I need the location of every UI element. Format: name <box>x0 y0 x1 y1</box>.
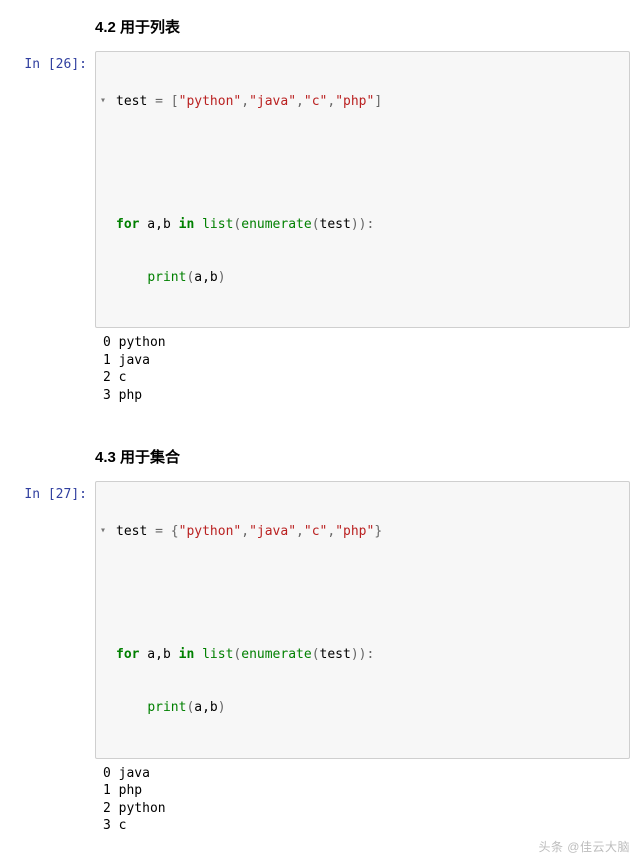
fold-toggle-icon[interactable]: ▾ <box>100 96 106 106</box>
input-prompt: In [27]: <box>0 481 95 502</box>
output-row: 0 java 1 php 2 python 3 c <box>0 759 640 841</box>
section-heading: 4.2 用于列表 <box>95 16 640 37</box>
code-line: print(a,b) <box>116 269 621 287</box>
code-input-area[interactable]: test = {"python","java","c","php"} ▾ for… <box>95 481 630 758</box>
code-line-blank <box>116 146 621 164</box>
code-line-blank <box>116 576 621 594</box>
prompt-empty <box>0 10 95 16</box>
code-line: for a,b in list(enumerate(test)): <box>116 646 621 664</box>
stdout-output: 0 java 1 php 2 python 3 c <box>95 759 640 841</box>
code-line: for a,b in list(enumerate(test)): <box>116 216 621 234</box>
output-row: 0 python 1 java 2 c 3 php <box>0 328 640 410</box>
fold-toggle-icon[interactable]: ▾ <box>100 526 106 536</box>
input-prompt: In [26]: <box>0 51 95 72</box>
heading-row: 4.3 用于集合 <box>0 440 640 481</box>
stdout-output: 0 python 1 java 2 c 3 php <box>95 328 640 410</box>
output-prompt <box>0 759 95 765</box>
code-line: test = ["python","java","c","php"] <box>116 93 621 111</box>
code-input-area[interactable]: test = ["python","java","c","php"] ▾ for… <box>95 51 630 328</box>
code-cell: In [26]: test = ["python","java","c","ph… <box>0 51 640 328</box>
prompt-empty <box>0 440 95 446</box>
code-line: test = {"python","java","c","php"} <box>116 523 621 541</box>
watermark-text: 头条 @佳云大脑 <box>538 838 630 855</box>
code-line: print(a,b) <box>116 699 621 717</box>
output-prompt <box>0 328 95 334</box>
heading-row: 4.2 用于列表 <box>0 10 640 51</box>
notebook-container: 4.2 用于列表 In [26]: test = ["python","java… <box>0 0 640 861</box>
section-heading: 4.3 用于集合 <box>95 446 640 467</box>
code-cell: In [27]: test = {"python","java","c","ph… <box>0 481 640 758</box>
